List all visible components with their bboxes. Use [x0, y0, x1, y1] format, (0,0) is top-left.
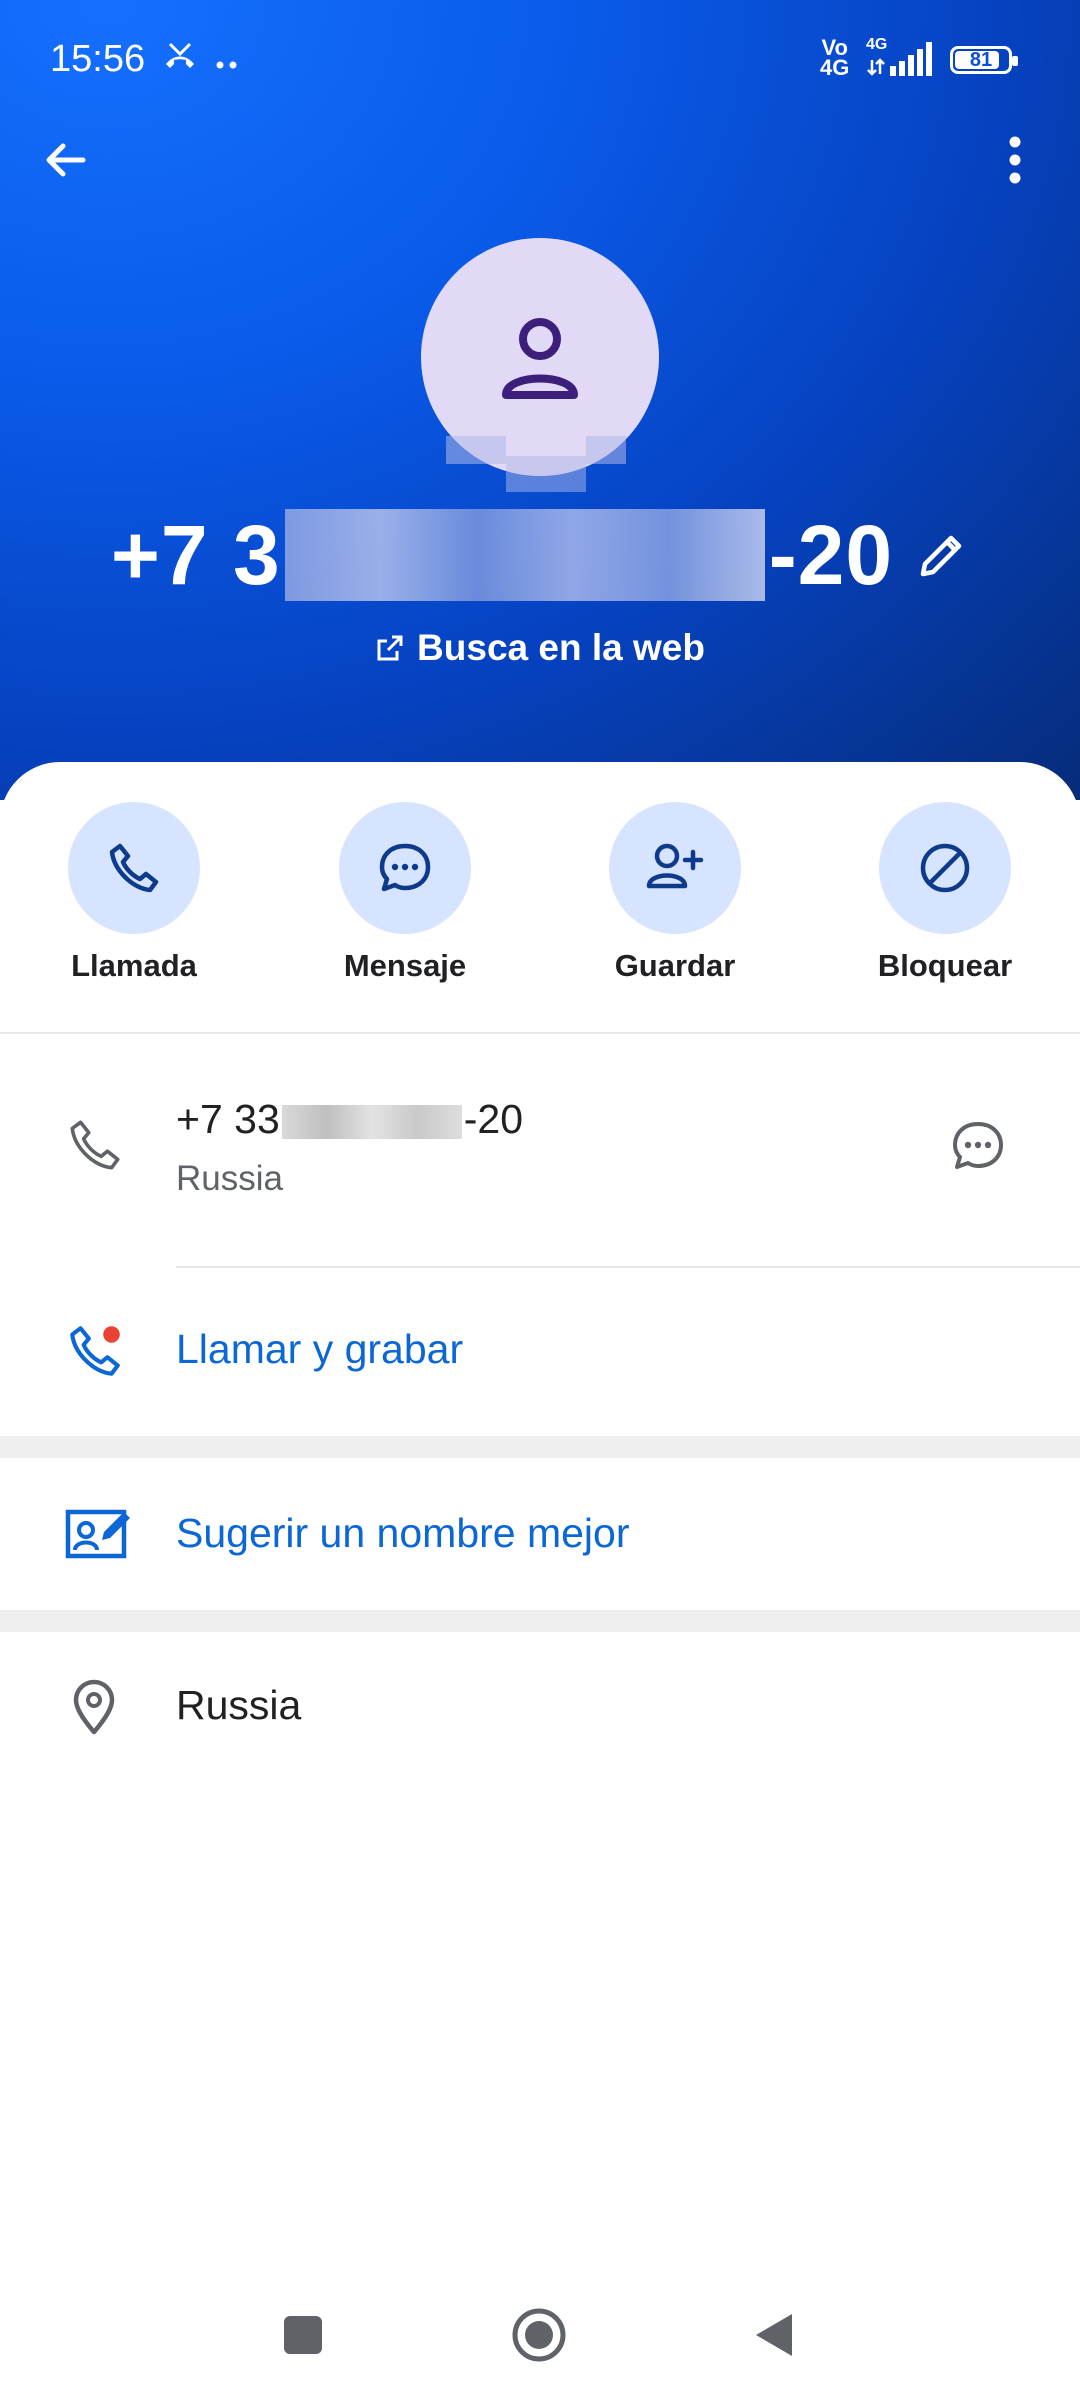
message-icon — [379, 843, 431, 892]
location-label: Russia — [176, 1682, 302, 1728]
more-vertical-icon — [1009, 136, 1021, 184]
quick-actions: Llamada Mensaje Guardar Bloquear — [0, 802, 1080, 983]
pixelation — [586, 436, 626, 464]
system-navigation-bar — [0, 2290, 1080, 2380]
contact-header: 15:56 Vo 4G 4G 81 +7 3 -20 Busca en la w… — [0, 0, 1080, 800]
pencil-icon — [920, 535, 962, 577]
call-record-label: Llamar y grabar — [176, 1326, 464, 1372]
phone-suffix: -20 — [768, 507, 894, 602]
suggest-name-label: Sugerir un nombre mejor — [176, 1510, 630, 1556]
contact-number-title: +7 3 -20 — [0, 500, 1080, 610]
save-action[interactable]: Guardar — [585, 802, 765, 984]
phone-prefix: +7 3 — [110, 507, 281, 602]
redacted-digits — [284, 509, 765, 601]
arrow-left-icon — [46, 143, 86, 177]
phone-country: Russia — [176, 1159, 283, 1198]
more-options-button[interactable] — [985, 120, 1045, 200]
phone-icon — [64, 1114, 126, 1181]
location-pin-icon — [64, 1676, 124, 1743]
call-record-icon — [64, 1320, 126, 1387]
home-button[interactable] — [510, 2306, 568, 2369]
pixelation — [446, 436, 506, 464]
add-person-icon — [646, 843, 704, 889]
volte-icon: Vo 4G — [820, 35, 850, 80]
phone-row[interactable]: +7 33 -20 Russia — [0, 1034, 1080, 1266]
block-action[interactable]: Bloquear — [855, 802, 1035, 984]
phone-icon — [109, 843, 159, 893]
pixelation — [506, 456, 586, 492]
square-icon — [284, 2316, 322, 2354]
triangle-back-icon — [756, 2314, 792, 2356]
back-nav-button[interactable] — [752, 2310, 798, 2365]
battery-indicator: 81 — [950, 46, 1018, 74]
back-button[interactable] — [30, 120, 100, 200]
call-record-row[interactable]: Llamar y grabar — [0, 1268, 1080, 1436]
call-action[interactable]: Llamada — [44, 802, 224, 984]
contact-details-sheet: Llamada Mensaje Guardar Bloquear +7 33-2… — [0, 762, 1080, 2400]
block-icon — [920, 843, 970, 893]
message-icon — [953, 1122, 1003, 1169]
missed-call-icon — [162, 40, 198, 79]
edit-button[interactable] — [915, 528, 969, 582]
location-row: Russia — [0, 1632, 1080, 1792]
redacted-digits — [281, 1105, 462, 1140]
person-icon — [502, 318, 578, 399]
section-separator — [0, 1436, 1080, 1458]
suggest-name-row[interactable]: Sugerir un nombre mejor — [0, 1458, 1080, 1610]
phone-number: +7 33 -20 — [176, 1096, 524, 1142]
recents-button[interactable] — [280, 2312, 326, 2363]
section-separator — [0, 1610, 1080, 1632]
message-action[interactable]: Mensaje — [315, 802, 495, 984]
status-time: 15:56 — [50, 38, 146, 80]
dots-icon — [216, 56, 238, 74]
message-button[interactable] — [948, 1116, 1008, 1181]
edit-card-icon — [64, 1502, 132, 1567]
web-search-link[interactable]: Busca en la web — [0, 620, 1080, 676]
open-external-icon — [377, 635, 403, 661]
status-bar: 15:56 Vo 4G 4G 81 — [0, 0, 1080, 120]
home-circle-icon — [512, 2308, 566, 2362]
